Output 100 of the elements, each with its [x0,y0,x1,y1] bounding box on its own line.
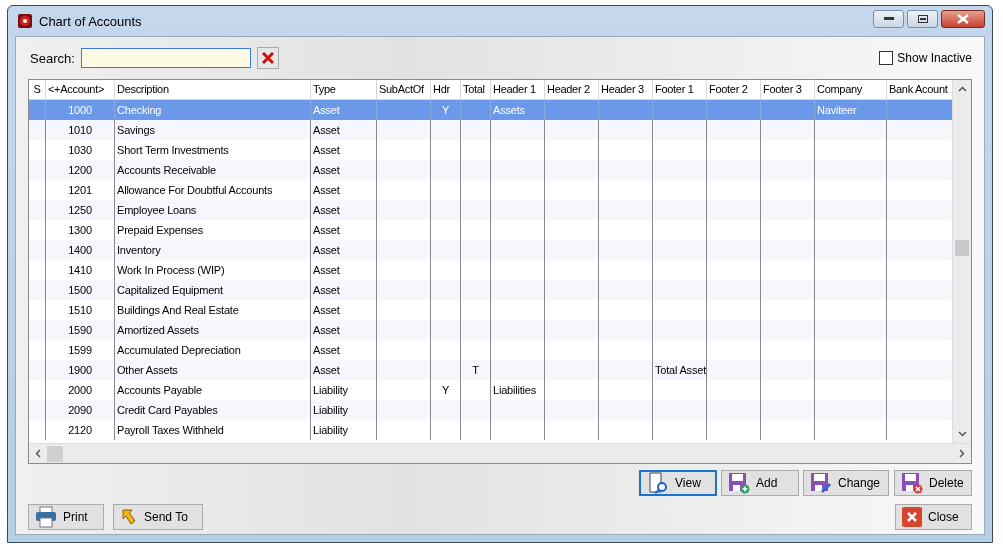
table-cell: Prepaid Expenses [117,224,204,236]
table-cell: 1900 [68,364,92,376]
table-cell: Other Assets [117,364,178,376]
table-cell: 1201 [68,184,92,196]
scroll-right-icon [959,449,965,458]
table-cell: Allowance For Doubtful Accounts [117,184,273,196]
save-add-icon [728,472,750,494]
table-cell: Liability [313,424,348,436]
table-row[interactable]: 1010 Savings Asset [29,120,952,140]
maximize-icon [917,15,928,23]
maximize-button[interactable] [907,10,938,28]
close-icon [902,507,922,527]
table-cell: 1590 [68,324,92,336]
table-cell: Assets [493,104,525,116]
table-cell: Capitalized Equipment [117,284,223,296]
scroll-down-icon [957,431,967,437]
table-cell: Total Asset [655,364,706,376]
table-cell: Asset [313,364,340,376]
table-cell: 1250 [68,204,92,216]
table-cell: Y [441,384,450,396]
scroll-thumb[interactable] [955,240,969,256]
add-button[interactable]: Add [721,470,799,496]
table-cell: T [472,364,479,376]
table-cell: Work In Process (WIP) [117,264,225,276]
delete-button[interactable]: Delete [894,470,972,496]
table-cell: Asset [313,284,340,296]
table-row[interactable]: 1250 Employee Loans Asset [29,200,952,220]
table-cell: 2090 [68,404,92,416]
table-cell: Asset [313,244,340,256]
table-cell: Asset [313,204,340,216]
table-cell: 1300 [68,224,92,236]
table-cell: Accumulated Depreciation [117,344,241,356]
print-button[interactable]: Print [28,504,104,530]
table-cell: 1000 [68,104,92,116]
scroll-thumb[interactable] [47,445,63,462]
table-cell: 1410 [68,264,92,276]
table-cell: Asset [313,124,340,136]
table-cell: Asset [313,184,340,196]
table-cell: 1500 [68,284,92,296]
table-cell: Liability [313,384,348,396]
vertical-scrollbar[interactable] [952,80,971,443]
close-icon [957,14,969,24]
show-inactive-label: Show Inactive [897,51,972,65]
table-row[interactable]: 1200 Accounts Receivable Asset [29,160,952,180]
table-cell: Asset [313,304,340,316]
clear-search-button[interactable] [256,47,279,69]
table-cell: Liabilities [493,384,537,396]
minimize-icon [883,17,894,21]
arrow-icon [120,508,138,526]
table-cell: Accounts Receivable [117,164,216,176]
scroll-left-icon [35,449,41,458]
table-cell: 2000 [68,384,92,396]
save-edit-icon [810,472,832,494]
table-cell: 1030 [68,144,92,156]
table-row[interactable]: 1900 Other Assets Asset T Total Asset [29,360,952,380]
table-cell: Naviteer [817,104,857,116]
table-cell: 1510 [68,304,92,316]
table-cell: Asset [313,104,340,116]
table-cell: Credit Card Payables [117,404,218,416]
close-button[interactable] [941,10,985,28]
table-cell: Checking [117,104,162,116]
app-icon [17,13,33,29]
table-cell: Buildings And Real Estate [117,304,239,316]
document-search-icon [647,472,669,494]
send-button[interactable]: Send To [113,504,203,530]
table-cell: Asset [313,324,340,336]
table-cell: Y [441,104,450,116]
table-row[interactable]: 1590 Amortized Assets Asset [29,320,952,340]
view-button[interactable]: View [639,470,717,496]
window-title: Chart of Accounts [39,13,142,29]
search-field[interactable] [80,48,251,68]
table-cell: Employee Loans [117,204,197,216]
printer-icon [35,506,57,528]
table-row[interactable]: 2090 Credit Card Payables Liability [29,400,952,420]
table-cell: Asset [313,344,340,356]
close-dialog-button[interactable]: Close [895,504,972,530]
change-button[interactable]: Change [803,470,889,496]
table-cell: Short Term Investments [117,144,229,156]
table-cell: Inventory [117,244,161,256]
table-cell: Asset [313,144,340,156]
table-cell: 1200 [68,164,92,176]
table-row[interactable]: 1500 Capitalized Equipment Asset [29,280,952,300]
table-cell: Payroll Taxes Withheld [117,424,224,436]
table-cell: Savings [117,124,155,136]
close-icon [261,52,274,64]
table-cell: Accounts Payable [117,384,202,396]
table-cell: 2120 [68,424,92,436]
minimize-button[interactable] [873,10,904,28]
table-cell: Asset [313,264,340,276]
table-cell: Asset [313,164,340,176]
search-label: Search: [30,50,75,66]
save-delete-icon [901,472,923,494]
scroll-up-icon [957,86,967,92]
table-cell: 1400 [68,244,92,256]
table-row[interactable]: 1400 Inventory Asset [29,240,952,260]
horizontal-scrollbar[interactable] [29,443,971,463]
table-cell: Liability [313,404,348,416]
table-cell: 1599 [68,344,92,356]
table-cell: Amortized Assets [117,324,199,336]
table-cell: Asset [313,224,340,236]
